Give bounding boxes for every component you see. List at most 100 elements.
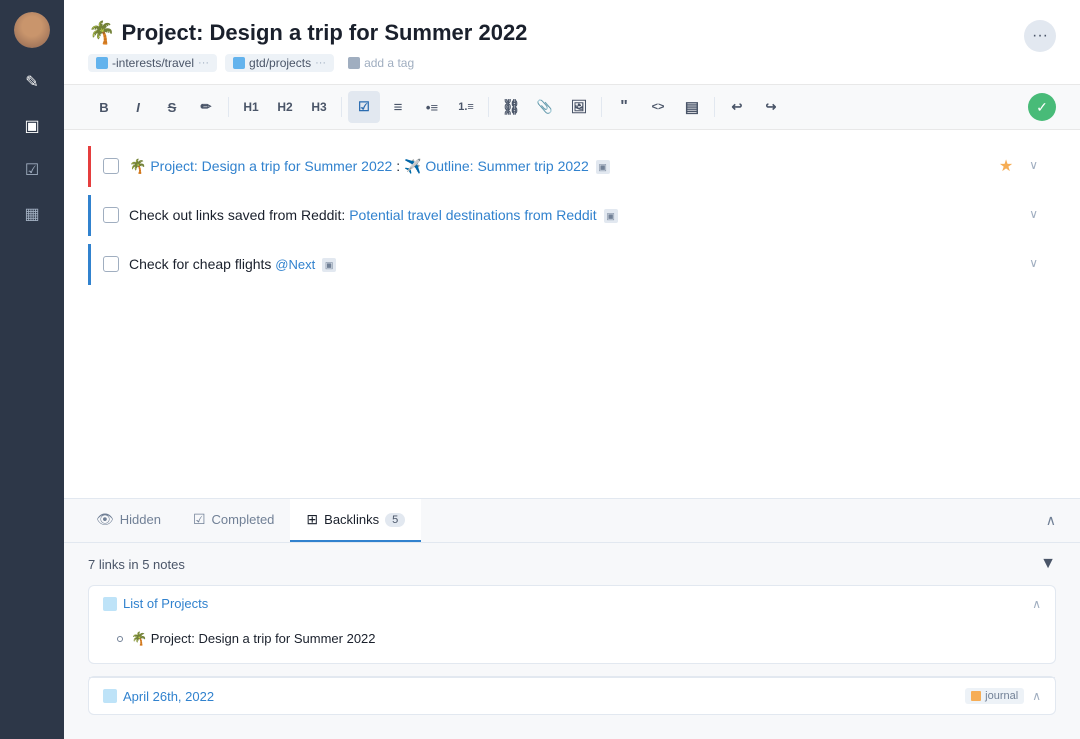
todo-text-1: 🌴 Project: Design a trip for Summer 2022…	[129, 156, 989, 177]
completed-tab-label: Completed	[212, 512, 275, 527]
link-button[interactable]: ⛓	[495, 91, 527, 123]
todo-checkbox-2[interactable]	[103, 207, 119, 223]
expand-button-3[interactable]: ∨	[1023, 254, 1044, 272]
redo-button[interactable]: ↪	[755, 91, 787, 123]
tag-label: -interests/travel	[112, 56, 194, 70]
todo-tag-next[interactable]: @Next	[275, 257, 315, 272]
attach-button[interactable]: 📎	[529, 91, 561, 123]
bottom-tabs: 👁 Hidden ☑ Completed ⊞ Backlinks 5 ∧	[64, 499, 1080, 543]
doc-icon-2: ▣	[604, 209, 618, 223]
main-content: 🌴 Project: Design a trip for Summer 2022…	[64, 0, 1080, 739]
more-options-button[interactable]: ···	[1024, 20, 1056, 52]
tag-menu-dots-2[interactable]: ···	[315, 57, 326, 69]
bullet-list-button[interactable]: •≡	[416, 91, 448, 123]
checkbox-icon[interactable]: ☑	[14, 152, 50, 188]
divider-2	[341, 97, 342, 117]
undo-button[interactable]: ↩	[721, 91, 753, 123]
journal-icon	[971, 691, 981, 701]
add-tag-label: add a tag	[364, 56, 414, 70]
h2-button[interactable]: H2	[269, 91, 301, 123]
image-button[interactable]: 🖼	[563, 91, 595, 123]
quote-button[interactable]: "	[608, 91, 640, 123]
backlinks-tab-label: Backlinks	[324, 512, 379, 527]
h1-button[interactable]: H1	[235, 91, 267, 123]
hidden-tab-icon: 👁	[96, 511, 114, 528]
backlink-date-title-april: April 26th, 2022	[103, 689, 214, 704]
backlink-bullet-1	[117, 636, 123, 642]
backlink-items-projects: 🌴 Project: Design a trip for Summer 2022	[89, 621, 1055, 663]
header-tags: -interests/travel ··· gtd/projects ··· a…	[88, 54, 1056, 72]
backlink-group-title-projects: List of Projects	[103, 596, 208, 611]
bottom-panel: 👁 Hidden ☑ Completed ⊞ Backlinks 5 ∧ 7 l…	[64, 498, 1080, 739]
code-button[interactable]: <>	[642, 91, 674, 123]
star-icon[interactable]: ★	[999, 156, 1013, 176]
journal-label: journal	[985, 690, 1018, 702]
backlinks-tab-icon: ⊞	[306, 511, 318, 528]
sync-icon: ✓	[1028, 93, 1056, 121]
backlink-expand-projects[interactable]: ∧	[1032, 597, 1041, 611]
divider-3	[488, 97, 489, 117]
backlink-date-header-april[interactable]: April 26th, 2022 journal ∧	[89, 677, 1055, 714]
sidebar: ✎ ▣ ☑ ▦	[0, 0, 64, 739]
add-tag-button[interactable]: add a tag	[342, 54, 420, 72]
header: 🌴 Project: Design a trip for Summer 2022…	[64, 0, 1080, 85]
todo-link-outline[interactable]: ✈️ Outline: Summer trip 2022	[404, 158, 589, 174]
collapse-button[interactable]: ∧	[1038, 504, 1064, 537]
backlink-expand-april[interactable]: ∧	[1032, 689, 1041, 703]
expand-button-1[interactable]: ∨	[1023, 156, 1044, 174]
italic-button[interactable]: I	[122, 91, 154, 123]
doc-icon-3: ▣	[322, 258, 336, 272]
tag-gtd-projects[interactable]: gtd/projects ···	[225, 54, 334, 72]
list-indent-button[interactable]: ≡	[382, 91, 414, 123]
todo-item-2: Check out links saved from Reddit: Poten…	[88, 195, 1056, 236]
backlinks-tab[interactable]: ⊞ Backlinks 5	[290, 499, 421, 542]
todo-separator: :	[396, 158, 404, 174]
bold-button[interactable]: B	[88, 91, 120, 123]
content-area: 🌴 Project: Design a trip for Summer 2022…	[64, 130, 1080, 498]
hidden-tab[interactable]: 👁 Hidden	[80, 499, 177, 542]
backlink-item-1: 🌴 Project: Design a trip for Summer 2022	[117, 625, 1041, 653]
todo-link-project[interactable]: 🌴 Project: Design a trip for Summer 2022	[129, 158, 392, 174]
backlink-group-header-projects[interactable]: List of Projects ∧	[89, 586, 1055, 621]
table-button[interactable]: ▤	[676, 91, 708, 123]
backlink-group-april: April 26th, 2022 journal ∧	[88, 676, 1056, 715]
completed-tab[interactable]: ☑ Completed	[177, 499, 290, 542]
todo-checkbox-3[interactable]	[103, 256, 119, 272]
todo-checkbox-1[interactable]	[103, 158, 119, 174]
todo-link-reddit[interactable]: Potential travel destinations from Reddi…	[349, 207, 596, 223]
avatar[interactable]	[14, 12, 50, 48]
todo-text-before-2: Check out links saved from Reddit:	[129, 207, 349, 223]
document-icon[interactable]: ▣	[14, 108, 50, 144]
tag-menu-dots[interactable]: ···	[198, 57, 209, 69]
toolbar: B I S ✏ H1 H2 H3 ☑ ≡ •≡ 1.≡ ⛓ 📎 🖼 " <> ▤…	[64, 85, 1080, 130]
todo-text-before-3: Check for cheap flights	[129, 256, 275, 272]
divider-4	[601, 97, 602, 117]
divider-1	[228, 97, 229, 117]
ordered-list-button[interactable]: 1.≡	[450, 91, 482, 123]
page-title: 🌴 Project: Design a trip for Summer 2022	[88, 20, 1056, 46]
tag-icon-blue-2	[233, 57, 245, 69]
backlinks-summary: 7 links in 5 notes ▼	[88, 555, 1056, 573]
edit-icon[interactable]: ✎	[14, 64, 50, 100]
todo-text-3: Check for cheap flights @Next ▣	[129, 254, 1013, 275]
completed-tab-icon: ☑	[193, 511, 206, 528]
backlink-group-icon-projects	[103, 597, 117, 611]
h3-button[interactable]: H3	[303, 91, 335, 123]
tag-icon-blue	[96, 57, 108, 69]
checklist-button[interactable]: ☑	[348, 91, 380, 123]
hidden-tab-label: Hidden	[120, 512, 161, 527]
backlink-group-projects: List of Projects ∧ 🌴 Project: Design a t…	[88, 585, 1056, 664]
tag-label-2: gtd/projects	[249, 56, 311, 70]
todo-item-1: 🌴 Project: Design a trip for Summer 2022…	[88, 146, 1056, 187]
strikethrough-button[interactable]: S	[156, 91, 188, 123]
tag-interests-travel[interactable]: -interests/travel ···	[88, 54, 217, 72]
calendar-icon[interactable]: ▦	[14, 196, 50, 232]
filter-icon[interactable]: ▼	[1040, 555, 1056, 573]
backlink-group-label-projects: List of Projects	[123, 596, 208, 611]
backlink-date-icon-april	[103, 689, 117, 703]
pen-button[interactable]: ✏	[190, 91, 222, 123]
todo-item-3: Check for cheap flights @Next ▣ ∨	[88, 244, 1056, 285]
expand-button-2[interactable]: ∨	[1023, 205, 1044, 223]
backlinks-content: 7 links in 5 notes ▼ List of Projects ∧ …	[64, 543, 1080, 739]
backlinks-count: 5	[385, 513, 405, 527]
